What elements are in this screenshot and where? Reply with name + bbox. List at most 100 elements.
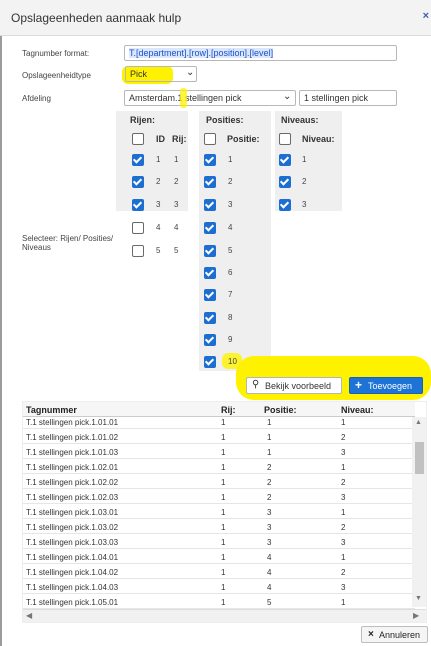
vertical-scrollbar-thumb[interactable] [415, 442, 424, 474]
positie-checkbox-10[interactable] [204, 356, 216, 368]
posities-panel [199, 111, 271, 371]
posities-title: Posities: [206, 115, 244, 125]
table-cell-tagnummer: T.1 stellingen pick.1.04.03 [26, 583, 119, 592]
type-select[interactable]: Pick ⌄ [125, 66, 197, 82]
dialog-title: Opslageenheden aanmaak hulp [11, 11, 182, 25]
niveaus-niveau-header: Niveau: [302, 134, 335, 144]
positie-checkbox-4[interactable] [204, 222, 216, 234]
rij-checkbox-4[interactable] [132, 222, 144, 234]
niveau-checkbox-3[interactable] [279, 199, 291, 211]
chevron-down-icon: ⌄ [186, 67, 195, 78]
table-row: T.1 stellingen pick.1.02.02 1 2 2 [23, 477, 415, 489]
rij-id-5: 5 [156, 246, 161, 255]
rij-id-4: 4 [156, 223, 161, 232]
table-cell-rij: 1 [221, 463, 226, 472]
scroll-up-icon[interactable]: ▲ [415, 419, 422, 426]
table-cell-niveau: 1 [341, 598, 346, 607]
table-cell-tagnummer: T.1 stellingen pick.1.02.01 [26, 463, 119, 472]
left-border [0, 36, 2, 646]
rij-value-2: 2 [174, 177, 179, 186]
positie-checkbox-3[interactable] [204, 199, 216, 211]
posities-select-all-checkbox[interactable] [204, 133, 216, 145]
preview-button-label: Bekijk voorbeeld [265, 381, 332, 391]
tagnumber-label: Tagnumber format: [22, 49, 90, 58]
rij-id-2: 2 [156, 177, 161, 186]
table-cell-positie: 3 [267, 523, 272, 532]
afdeling-extra-input[interactable]: 1 stellingen pick [299, 90, 397, 106]
table-cell-tagnummer: T.1 stellingen pick.1.03.01 [26, 508, 119, 517]
table-cell-positie: 2 [267, 493, 272, 502]
table-vertical-scrollbar[interactable]: ▲ ▼ [412, 417, 426, 607]
rijen-id-header: ID [156, 134, 165, 144]
cancel-button[interactable]: × Annuleren [361, 626, 428, 643]
table-cell-rij: 1 [221, 568, 226, 577]
afdeling-label: Afdeling [22, 94, 51, 103]
table-cell-rij: 1 [221, 478, 226, 487]
rij-checkbox-1[interactable] [132, 154, 144, 166]
table-cell-niveau: 1 [341, 463, 346, 472]
table-cell-niveau: 3 [341, 448, 346, 457]
table-cell-tagnummer: T.1 stellingen pick.1.02.02 [26, 478, 119, 487]
tagnumber-input[interactable]: T.[department].[row].[position].[level] [124, 45, 397, 61]
table-row: T.1 stellingen pick.1.03.01 1 3 1 [23, 507, 415, 519]
table-cell-tagnummer: T.1 stellingen pick.1.05.01 [26, 598, 119, 607]
scroll-down-icon[interactable]: ▼ [415, 595, 422, 602]
positie-checkbox-7[interactable] [204, 289, 216, 301]
rij-value-4: 4 [174, 223, 179, 232]
preview-table: Tagnummer Rij: Positie: Niveau: T.1 stel… [22, 401, 427, 623]
table-cell-tagnummer: T.1 stellingen pick.1.01.01 [26, 418, 119, 427]
positie-checkbox-5[interactable] [204, 245, 216, 257]
table-cell-niveau: 1 [341, 553, 346, 562]
table-cell-rij: 1 [221, 448, 226, 457]
table-header-rij: Rij: [221, 405, 236, 415]
positie-checkbox-8[interactable] [204, 312, 216, 324]
table-cell-niveau: 3 [341, 538, 346, 547]
positie-checkbox-1[interactable] [204, 154, 216, 166]
table-cell-tagnummer: T.1 stellingen pick.1.02.03 [26, 493, 119, 502]
table-cell-positie: 3 [267, 508, 272, 517]
afdeling-select[interactable]: Amsterdam.1 stellingen pick ⌄ [124, 90, 296, 106]
niveau-checkbox-1[interactable] [279, 154, 291, 166]
niveaus-select-all-checkbox[interactable] [279, 133, 291, 145]
table-cell-niveau: 3 [341, 583, 346, 592]
cancel-button-label: Annuleren [379, 630, 421, 640]
afdeling-highlight [180, 88, 187, 108]
positie-value-6: 6 [228, 268, 233, 277]
positie-value-10: 10 [228, 357, 237, 366]
table-cell-rij: 1 [221, 538, 226, 547]
rijen-select-all-checkbox[interactable] [132, 133, 144, 145]
positie-value-1: 1 [228, 155, 233, 164]
table-header: Tagnummer Rij: Positie: Niveau: [23, 402, 415, 417]
table-cell-rij: 1 [221, 583, 226, 592]
niveau-checkbox-2[interactable] [279, 176, 291, 188]
close-icon[interactable]: × [423, 10, 429, 22]
add-button[interactable]: + Toevoegen [349, 377, 423, 394]
table-cell-niveau: 2 [341, 523, 346, 532]
rij-checkbox-5[interactable] [132, 245, 144, 257]
positie-checkbox-2[interactable] [204, 176, 216, 188]
positie-value-4: 4 [228, 223, 233, 232]
table-cell-niveau: 1 [341, 508, 346, 517]
positie-checkbox-9[interactable] [204, 334, 216, 346]
rij-checkbox-2[interactable] [132, 176, 144, 188]
table-row: T.1 stellingen pick.1.02.03 1 2 3 [23, 492, 415, 504]
table-cell-niveau: 2 [341, 568, 346, 577]
plus-icon: + [355, 378, 363, 392]
positie-checkbox-6[interactable] [204, 267, 216, 279]
afdeling-extra-value: 1 stellingen pick [304, 93, 369, 103]
table-cell-rij: 1 [221, 508, 226, 517]
table-row: T.1 stellingen pick.1.01.01 1 1 1 [23, 417, 415, 429]
table-row: T.1 stellingen pick.1.01.02 1 1 2 [23, 432, 415, 444]
rij-checkbox-3[interactable] [132, 199, 144, 211]
table-row: T.1 stellingen pick.1.03.03 1 3 3 [23, 537, 415, 549]
table-row: T.1 stellingen pick.1.04.01 1 4 1 [23, 552, 415, 564]
type-label: Opslageenheidtype [22, 71, 91, 80]
positie-value-5: 5 [228, 246, 233, 255]
scroll-right-icon[interactable]: ▶ [413, 611, 419, 620]
table-horizontal-scrollbar[interactable]: ◀ ▶ [23, 609, 426, 622]
table-row: T.1 stellingen pick.1.05.01 1 5 1 [23, 597, 415, 609]
rij-id-3: 3 [156, 200, 161, 209]
preview-button[interactable]: ⚲ Bekijk voorbeeld [246, 377, 342, 394]
table-cell-niveau: 3 [341, 493, 346, 502]
scroll-left-icon[interactable]: ◀ [26, 611, 32, 620]
